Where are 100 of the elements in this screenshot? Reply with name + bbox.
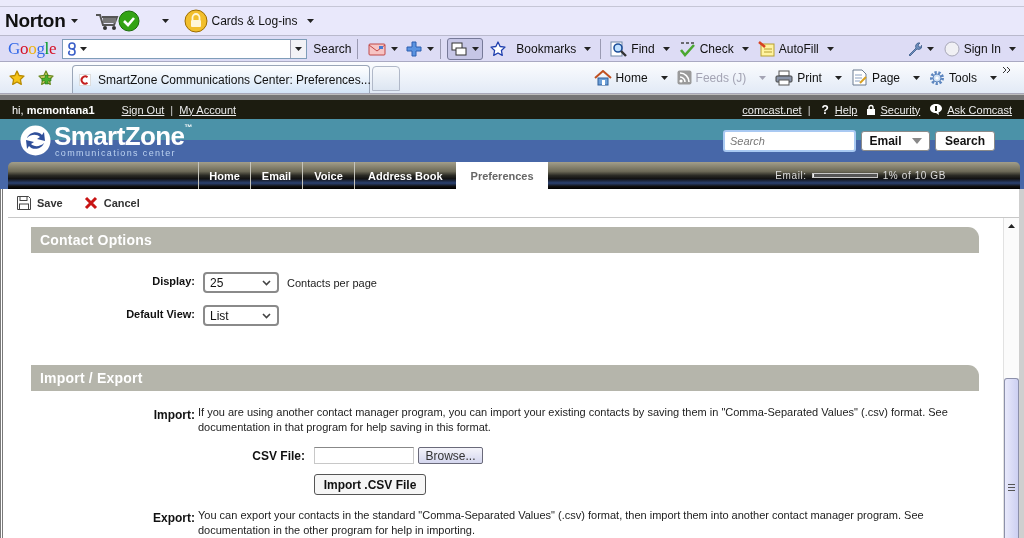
envelope-menu-button[interactable] (368, 41, 399, 56)
sign-in-button[interactable]: Sign In (943, 40, 1016, 57)
grip-icon (1008, 484, 1015, 491)
page-menu-button[interactable]: Page (850, 69, 920, 86)
chevron-down-icon (262, 279, 271, 286)
header-link[interactable]: Security (880, 103, 921, 116)
caret-icon (306, 19, 314, 23)
header-link[interactable]: My Account (179, 103, 237, 116)
import-csv-button[interactable]: Import .CSV File (314, 474, 426, 495)
caret-icon (911, 137, 922, 144)
search-field[interactable] (62, 38, 308, 59)
bookmarks-button[interactable]: Bookmarks (490, 40, 592, 57)
caret-icon (391, 46, 399, 51)
find-button[interactable]: Find (610, 40, 670, 57)
padlock-icon (867, 104, 876, 115)
caret-icon (834, 75, 842, 80)
dropdown-select[interactable]: List (203, 305, 279, 326)
header-link[interactable]: comcast.net (742, 103, 802, 116)
padlock-icon (184, 9, 209, 33)
import-description: If you are using another contact manager program, you can import your existing contacts by saving them in "Comma-Separated Values" (.csv) format. See documentation in that program for help saving in this format. (198, 405, 949, 435)
suffix-text: Contacts per page (287, 276, 377, 289)
caret-icon (1009, 46, 1016, 51)
section-header: Contact Options (31, 227, 979, 253)
caret-icon (71, 19, 79, 23)
caret-icon (759, 75, 767, 80)
caret-icon (926, 46, 934, 51)
dropdown-select[interactable]: 25 (203, 272, 279, 293)
star-icon (490, 40, 507, 57)
header-link[interactable]: Help (834, 103, 858, 116)
add-favorites-button[interactable] (38, 69, 55, 86)
export-description: You can export your contacts in the standard "Comma-Separated Values" (.csv) format, then import them into another contact manager program. See documentation in the other program for help in importing. (198, 508, 925, 538)
browser-tab[interactable]: SmartZone Communications Center: Preferences... (72, 65, 370, 93)
file-path-field[interactable] (314, 447, 414, 464)
field-label: Export: (152, 510, 195, 527)
field-label: Import: (152, 407, 195, 424)
caret-icon (741, 46, 749, 51)
caret-icon (584, 46, 592, 51)
header-link[interactable]: Ask Comcast (947, 103, 1012, 116)
caret-icon (80, 46, 88, 51)
search-button[interactable]: Search (935, 130, 995, 151)
nav-tab[interactable]: Preferences (455, 162, 548, 189)
house-icon (593, 69, 612, 86)
link-separator: | (807, 103, 811, 116)
search-button[interactable]: Search (313, 41, 352, 56)
logo-tagline: communications center (55, 147, 177, 158)
caret-icon (913, 75, 920, 80)
caret-icon (472, 46, 480, 51)
field-label: Default View: (125, 307, 195, 320)
search-scope-dropdown[interactable]: Email (861, 130, 930, 151)
scrollbar-thumb[interactable] (1004, 378, 1019, 538)
logo-emblem-icon (20, 125, 51, 156)
magnifier-icon (610, 40, 628, 57)
page-icon (850, 69, 868, 86)
greeting-text: hi, mcmontana1 (12, 103, 95, 116)
cart-check-icon (95, 9, 142, 33)
tools-menu-button[interactable]: Tools (929, 69, 997, 86)
envelope-icon (368, 41, 387, 56)
help-icon: ? (821, 102, 829, 117)
print-button[interactable]: Print (775, 69, 842, 86)
plus-icon (406, 40, 423, 57)
cart-button[interactable] (95, 9, 170, 33)
caret-icon (427, 46, 435, 51)
printer-icon (775, 69, 794, 86)
caret-icon (295, 46, 303, 51)
more-button[interactable] (1003, 67, 1010, 73)
caret-icon (162, 19, 170, 23)
windows-toggle-button[interactable] (447, 37, 484, 60)
save-button[interactable]: Save (17, 196, 63, 210)
field-label: Display: (151, 274, 195, 287)
home-button[interactable]: Home (593, 69, 668, 86)
favorites-button[interactable] (9, 69, 25, 86)
add-button[interactable] (406, 40, 435, 57)
star-plus-icon (38, 69, 55, 86)
dropdown-button[interactable] (290, 39, 307, 58)
circle-icon (943, 40, 960, 57)
chat-bubble-icon (930, 104, 943, 115)
chevron-down-icon (262, 312, 271, 319)
header-link[interactable]: Sign Out (121, 103, 165, 116)
norton-menu-button[interactable]: Norton (5, 10, 79, 32)
search-field[interactable]: Search (723, 129, 856, 152)
rss-icon (676, 70, 692, 85)
cards-menu-button[interactable]: Cards & Log-ins (184, 9, 314, 33)
section-header: Import / Export (31, 365, 979, 391)
check-button[interactable]: Check (678, 40, 749, 57)
site-logo: SmartZone$^{™}$ (54, 123, 193, 148)
star-icon (9, 69, 25, 86)
double-chevron-icon (1003, 67, 1010, 73)
cancel-button[interactable]: Cancel (83, 196, 140, 210)
google-logo: Google (8, 38, 57, 59)
x-icon (83, 196, 98, 210)
storage-reading: 1% of 10 GB (882, 170, 946, 181)
gear-icon (929, 69, 945, 86)
spellcheck-icon (678, 40, 696, 57)
autofill-button[interactable]: AutoFill (757, 40, 834, 57)
link-separator: | (170, 103, 174, 116)
browse-button[interactable]: Browse... (418, 447, 483, 464)
caret-icon (826, 46, 834, 51)
storage-label: Email: (775, 170, 807, 181)
up-arrow-icon (1008, 224, 1015, 228)
favicon-icon (79, 73, 91, 86)
